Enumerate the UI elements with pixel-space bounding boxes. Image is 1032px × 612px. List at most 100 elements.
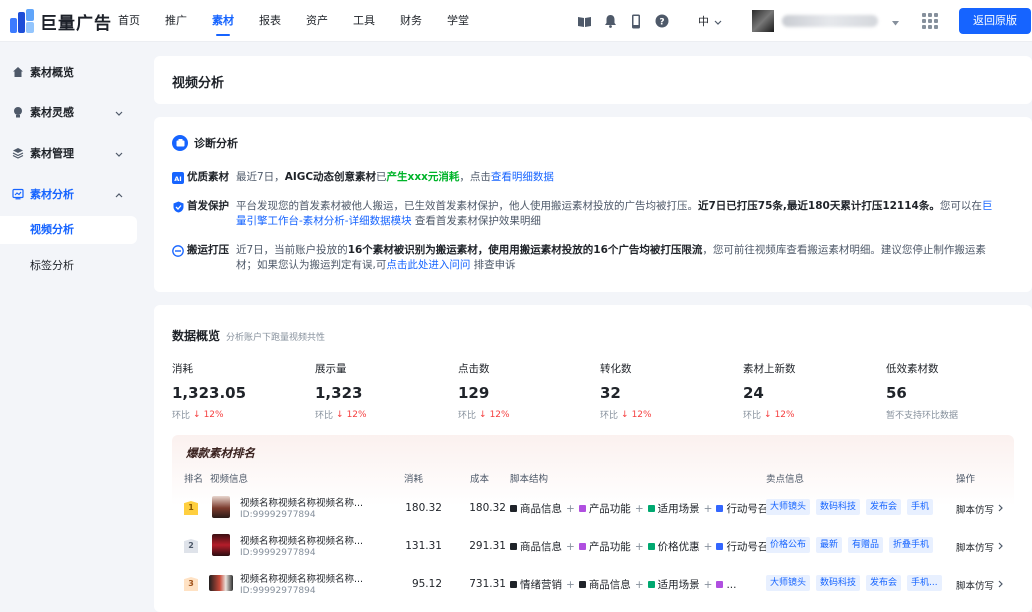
bell-icon[interactable] <box>602 13 618 29</box>
language-label: 中 <box>698 15 709 28</box>
table-row[interactable]: 2 视频名称视频名称视频名称... ID:99992977894 131.31 … <box>172 527 1014 565</box>
script-color-swatch <box>647 581 655 588</box>
sidebar-item-label: 素材概览 <box>30 66 74 79</box>
page-title: 视频分析 <box>172 76 225 91</box>
metric-clicks: 点击数 129 环比 ↓ 12% <box>458 361 598 421</box>
phone-icon[interactable] <box>628 13 644 29</box>
sidebar-item-analysis[interactable]: 素材分析 <box>0 180 142 208</box>
nav-item-material[interactable]: 素材 <box>212 0 234 42</box>
script-rewrite-button[interactable]: 脚本仿写 <box>956 540 1003 554</box>
selling-point-tags: 大师镜头 数码科技 发布会 手机... <box>766 575 948 591</box>
script-color-swatch <box>510 581 517 588</box>
appeal-link[interactable]: 点击此处进入问问 <box>386 259 470 271</box>
selling-point-tags: 价格公布 最新 有赠品 折叠手机 <box>766 537 939 553</box>
help-icon[interactable]: ? <box>654 13 670 29</box>
metric-value: 1,323 <box>315 384 363 402</box>
book-icon[interactable] <box>576 13 592 29</box>
data-overview-subtitle: 分析账户下跑量视频共性 <box>226 333 326 343</box>
script-step: 商品信息 <box>520 541 562 553</box>
script-color-swatch <box>578 581 586 588</box>
video-thumbnail[interactable] <box>212 534 230 556</box>
metric-label: 低效素材数 <box>886 363 939 375</box>
chevron-down-icon <box>115 106 123 119</box>
script-color-swatch <box>647 505 655 512</box>
layers-icon <box>12 147 24 159</box>
sidebar-item-overview[interactable]: 素材概览 <box>0 58 142 86</box>
account-info[interactable] <box>752 9 882 33</box>
video-thumbnail[interactable] <box>212 496 230 518</box>
action-label: 脚本仿写 <box>956 505 995 516</box>
nav-item-assets[interactable]: 资产 <box>306 0 328 42</box>
video-name[interactable]: 视频名称视频名称视频名称... <box>240 571 363 585</box>
script-color-swatch <box>510 543 517 550</box>
nav-item-academy[interactable]: 学堂 <box>447 0 469 42</box>
chevron-right-icon <box>998 580 1003 591</box>
diagnosis-icon <box>172 135 188 151</box>
script-rewrite-button[interactable]: 脚本仿写 <box>956 502 1003 516</box>
nav-item-finance[interactable]: 财务 <box>400 0 422 42</box>
metric-change: 环比 ↓ 12% <box>600 408 740 422</box>
table-row[interactable]: 1 视频名称视频名称视频名称... ID:99992977894 180.32 … <box>172 489 1014 527</box>
spend-value: 95.12 <box>411 578 442 590</box>
main-nav: 首页 推广 素材 报表 资产 工具 财务 学堂 <box>118 0 494 42</box>
video-id: ID:99992977894 <box>240 586 316 596</box>
selling-point-tag: 发布会 <box>866 575 902 591</box>
script-step: 适用场景 <box>657 503 700 515</box>
script-color-swatch <box>578 505 586 512</box>
diagnosis-text: 查看首发素材保护效果明细 <box>411 215 541 227</box>
selling-point-tags: 大师镜头 数码科技 发布会 手机 <box>766 499 939 515</box>
metric-change: 环比 ↓ 12% <box>743 408 883 422</box>
language-switch[interactable]: 中 <box>698 13 722 29</box>
sidebar-subitem-tag-analysis[interactable]: 标签分析 <box>0 252 137 280</box>
account-caret-icon[interactable] <box>892 16 899 29</box>
metric-change-value: 12% <box>774 409 795 420</box>
metric-value: 129 <box>458 384 490 402</box>
sidebar-subitem-video-analysis[interactable]: 视频分析 <box>0 216 137 244</box>
nav-item-tools[interactable]: 工具 <box>353 0 375 42</box>
diagnosis-highlight: AIGC动态创意素材 <box>284 171 377 183</box>
selling-point-tag: 折叠手机 <box>889 537 934 553</box>
diagnosis-body: 近7日，当前账户投放的16个素材被识别为搬运素材，使用用搬运素材投放的16个广告… <box>236 243 1002 273</box>
diagnosis-body: 平台发现您的首发素材被他人搬运，已生效首发素材保护，他人使用搬运素材投放的广告均… <box>236 199 1002 229</box>
view-detail-link[interactable]: 查看明细数据 <box>491 171 554 183</box>
column-header-script: 脚本结构 <box>510 474 549 485</box>
script-step: 商品信息 <box>520 503 562 515</box>
ai-icon: AI <box>172 171 184 184</box>
video-name[interactable]: 视频名称视频名称视频名称... <box>240 533 363 547</box>
data-overview-header: 数据概览 分析账户下跑量视频共性 <box>172 327 325 344</box>
video-name[interactable]: 视频名称视频名称视频名称... <box>240 495 363 509</box>
page-title-card: 视频分析 <box>154 56 1032 104</box>
logo[interactable]: 巨量广告 <box>10 9 112 34</box>
diagnosis-text: 最近7日， <box>236 171 285 183</box>
cost-value: 291.31 <box>469 540 506 552</box>
metric-change: 暂不支持环比数据 <box>886 408 1026 421</box>
diagnosis-header: 诊断分析 <box>172 135 238 151</box>
table-row[interactable]: 3 视频名称视频名称视频名称... ID:99992977894 95.12 7… <box>172 565 1014 603</box>
diagnosis-text: 平台发现您的首发素材被他人搬运，已生效首发素材保护，他人使用搬运素材投放的广告均… <box>236 200 698 212</box>
column-header-action: 操作 <box>956 474 976 485</box>
header-icons: ? <box>576 13 680 29</box>
selling-point-tag: 大师镜头 <box>766 499 811 515</box>
rank-badge: 1 <box>184 501 198 515</box>
nav-item-home[interactable]: 首页 <box>118 0 140 42</box>
metric-label: 展示量 <box>315 363 347 375</box>
script-rewrite-button[interactable]: 脚本仿写 <box>956 578 1003 592</box>
app-grid-icon[interactable] <box>922 13 938 29</box>
metric-change-value: 12% <box>346 409 367 420</box>
metric-compare-label: 环比 <box>315 411 334 421</box>
video-thumbnail[interactable] <box>209 575 233 591</box>
sidebar-item-management[interactable]: 素材管理 <box>0 139 142 167</box>
nav-item-promote[interactable]: 推广 <box>165 0 187 42</box>
script-step: 情绪营销 <box>520 579 562 591</box>
script-step: 商品信息 <box>588 579 631 591</box>
script-step: ... <box>726 578 737 591</box>
metric-new-materials: 素材上新数 24 环比 ↓ 12% <box>743 361 883 421</box>
arrow-down-icon: ↓ <box>193 409 201 420</box>
metric-change: 环比 ↓ 12% <box>172 408 312 422</box>
back-to-classic-button[interactable]: 返回原版 <box>959 8 1031 34</box>
sidebar-item-inspiration[interactable]: 素材灵感 <box>0 98 142 126</box>
diagnosis-tag-label: 首发保护 <box>187 200 229 212</box>
selling-point-tag: 发布会 <box>866 499 902 515</box>
nav-item-report[interactable]: 报表 <box>259 0 281 42</box>
diagnosis-card: 诊断分析 AI 优质素材 最近7日，AIGC动态创意素材已产生xxx元消耗，点击… <box>154 117 1032 292</box>
